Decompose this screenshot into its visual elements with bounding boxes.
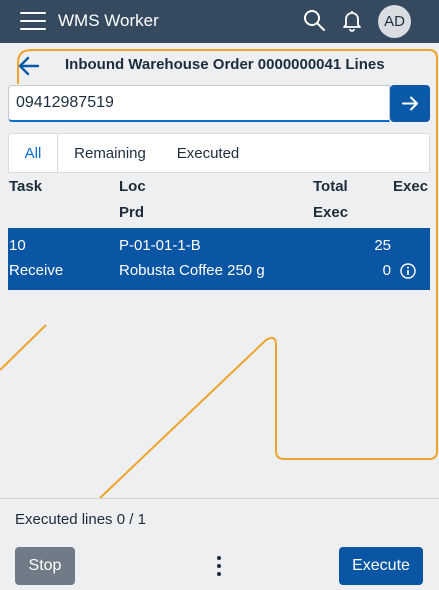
footer-divider (0, 498, 439, 499)
column-header-exec-qty[interactable]: Exec (313, 204, 348, 221)
execute-button[interactable]: Execute (339, 547, 423, 585)
page-title: Inbound Warehouse Order 0000000041 Lines (65, 56, 385, 73)
column-header-exec[interactable]: Exec (393, 178, 428, 195)
row-task: 10 (9, 237, 26, 254)
column-header-total[interactable]: Total (313, 178, 348, 195)
search-icon[interactable] (302, 8, 326, 32)
app-title: WMS Worker (58, 11, 159, 30)
scan-submit-button[interactable] (390, 85, 430, 122)
scan-input[interactable] (8, 85, 390, 122)
tab-remaining[interactable]: Remaining (67, 134, 153, 173)
column-header-loc[interactable]: Loc (119, 178, 146, 195)
info-icon[interactable] (400, 263, 416, 279)
bell-icon[interactable] (340, 8, 364, 32)
row-product: Robusta Coffee 250 g (119, 262, 265, 279)
more-options-icon[interactable] (209, 552, 229, 580)
column-header-prd[interactable]: Prd (119, 204, 144, 221)
table-row[interactable]: 10 Receive P-01-01-1-B Robusta Coffee 25… (8, 228, 430, 290)
row-location: P-01-01-1-B (119, 237, 201, 254)
tab-executed[interactable]: Executed (171, 134, 245, 173)
shell-bar: WMS Worker AD (0, 0, 439, 43)
tab-bar: All Remaining Executed (8, 133, 430, 173)
avatar[interactable]: AD (378, 5, 411, 38)
tab-all[interactable]: All (9, 134, 58, 173)
back-arrow-icon[interactable] (16, 53, 42, 79)
row-total: 25 (374, 237, 391, 254)
stop-button[interactable]: Stop (15, 547, 75, 585)
menu-icon[interactable] (20, 10, 46, 32)
row-exec: 0 (382, 262, 391, 279)
row-action: Receive (9, 262, 64, 279)
column-header-task[interactable]: Task (9, 178, 42, 195)
arrow-right-icon (402, 96, 418, 111)
executed-lines-status: Executed lines 0 / 1 (15, 511, 146, 528)
